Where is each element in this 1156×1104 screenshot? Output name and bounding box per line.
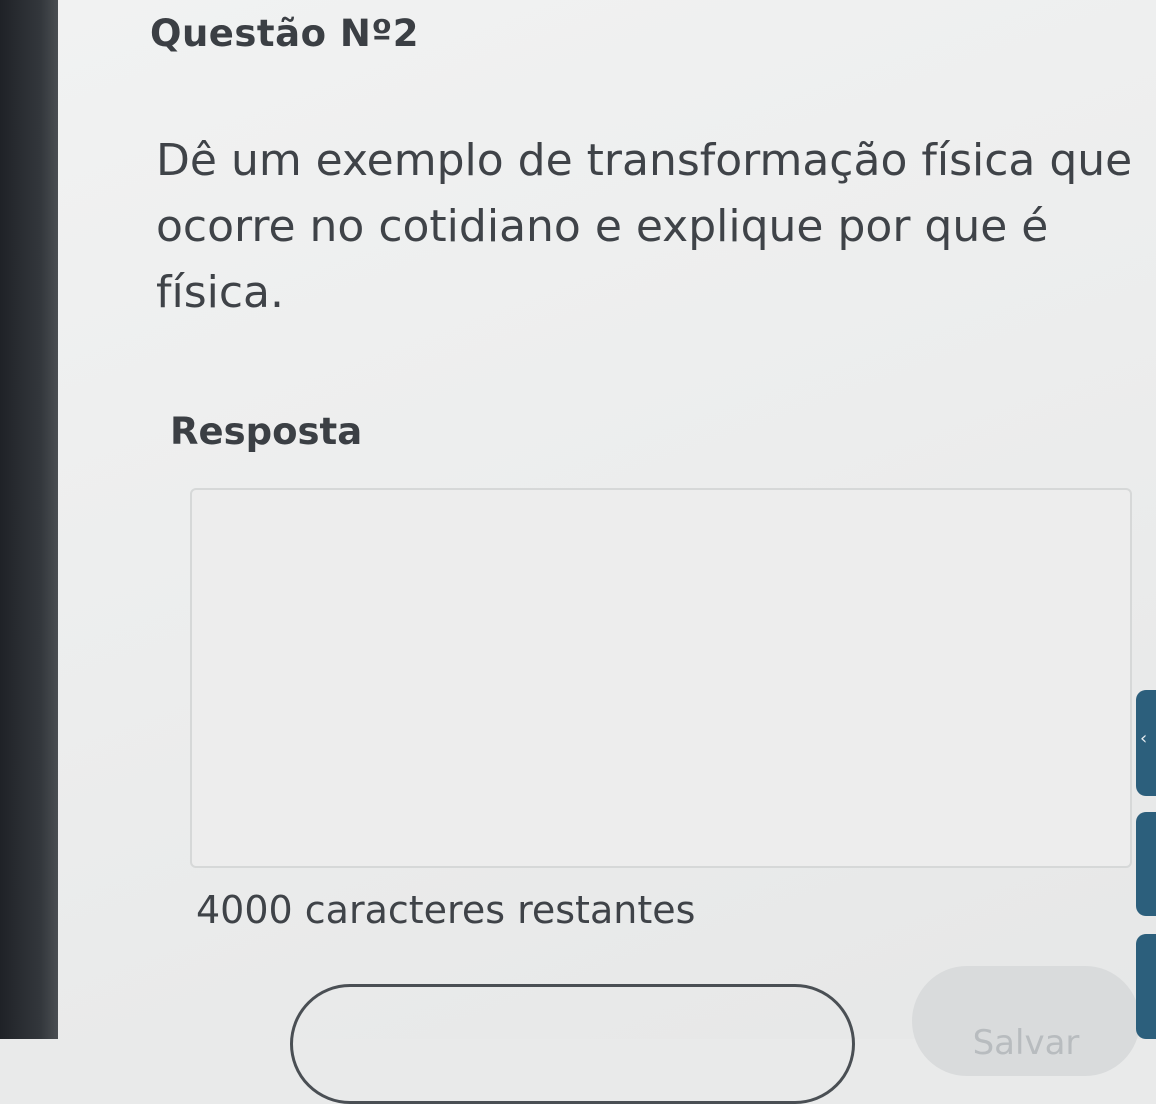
side-tab-1[interactable]: ‹: [1136, 690, 1156, 796]
side-tab-2[interactable]: [1136, 812, 1156, 916]
answer-label: Resposta: [170, 410, 363, 453]
side-tab-3[interactable]: [1136, 934, 1156, 1039]
save-button[interactable]: Salvar: [912, 966, 1140, 1076]
question-title: Questão Nº2: [150, 12, 419, 55]
chevron-left-icon: ‹: [1140, 728, 1148, 749]
secondary-button[interactable]: [290, 984, 855, 1104]
device-bezel: [0, 0, 58, 1039]
answer-input[interactable]: [190, 488, 1132, 868]
chars-remaining-counter: 4000 caracteres restantes: [196, 888, 696, 932]
question-text: Dê um exemplo de transformação física qu…: [156, 135, 1133, 318]
